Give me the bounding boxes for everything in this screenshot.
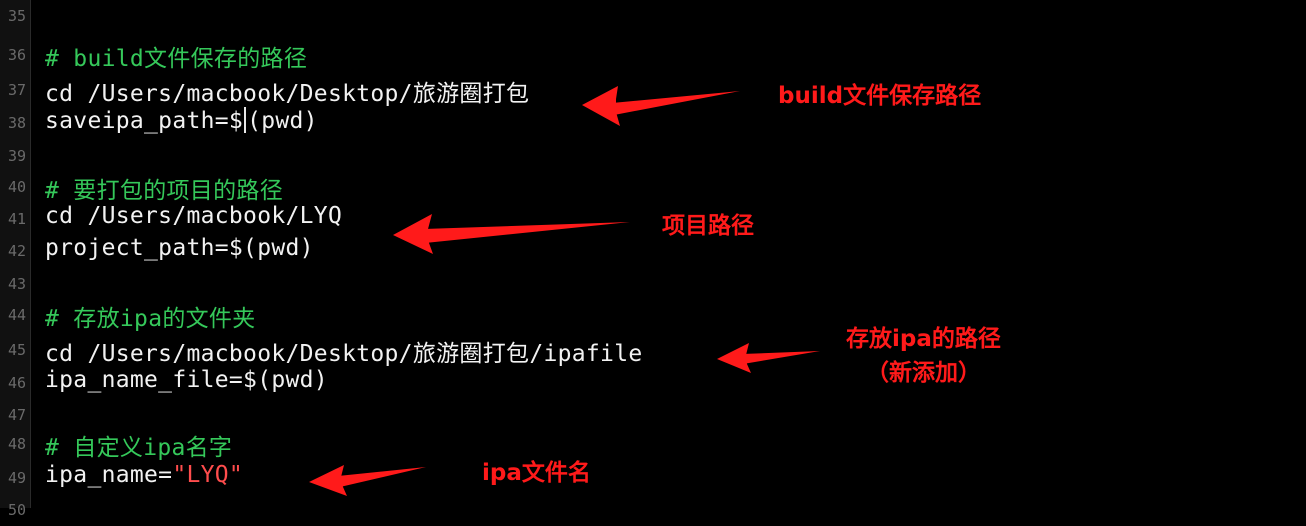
label-ipa-filename: ipa文件名	[482, 460, 591, 486]
label-ipa-path: 存放ipa的路径 （新添加）	[846, 322, 1001, 390]
label-project-path: 项目路径	[662, 213, 754, 239]
arrow-to-ipa-path	[717, 343, 820, 373]
arrow-to-project-path	[393, 214, 630, 254]
arrow-to-build-path	[582, 86, 740, 126]
label-ipa-path-line1: 存放ipa的路径	[846, 326, 1001, 352]
label-build-path: build文件保存路径	[778, 83, 982, 109]
arrow-to-ipa-filename	[309, 465, 426, 496]
label-ipa-path-line2: （新添加）	[865, 360, 981, 386]
annotation-arrows	[309, 86, 820, 496]
